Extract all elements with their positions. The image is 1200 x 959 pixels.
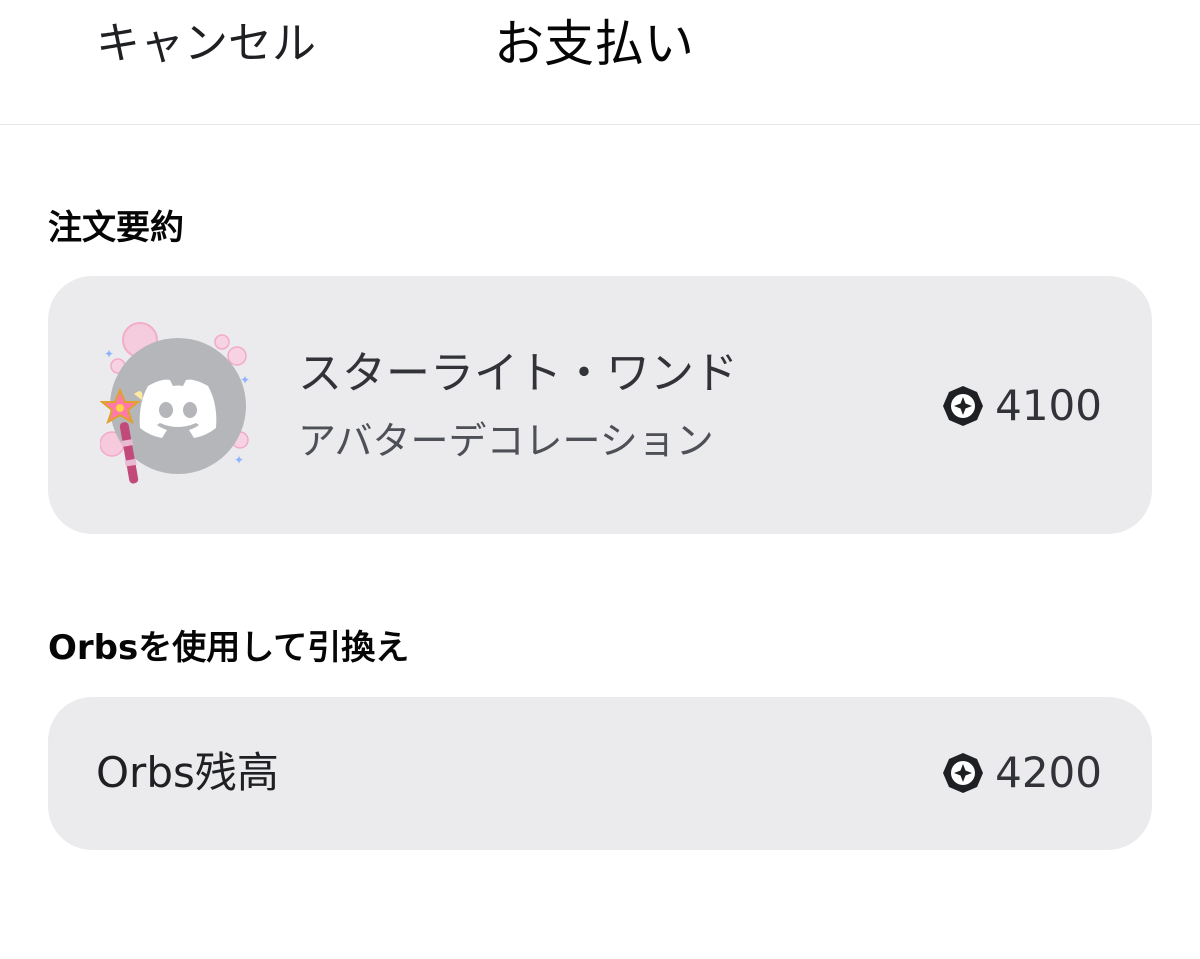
avatar: ✦ ✦ ✦ <box>99 322 250 484</box>
orbs-balance-value: 4200 <box>995 748 1102 797</box>
page-title: お支払い <box>494 15 694 73</box>
svg-text:✦: ✦ <box>104 347 114 361</box>
item-name: スターライト・ワンド <box>298 348 738 399</box>
header-bar: キャンセル お支払い <box>0 0 1200 125</box>
item-price: 4100 <box>941 378 1102 434</box>
orbs-balance: 4200 <box>941 745 1102 801</box>
redeem-heading: Orbsを使用して引換え <box>48 628 410 668</box>
cancel-button[interactable]: キャンセル <box>96 14 316 74</box>
orb-icon <box>943 753 984 793</box>
orbs-balance-card: Orbs残高 4200 <box>48 697 1152 850</box>
orbs-balance-label: Orbs残高 <box>96 748 279 797</box>
item-price-value: 4100 <box>995 381 1102 430</box>
order-item-card: ✦ ✦ ✦ スターライト・ワンド アバターデコレーション 4100 <box>48 276 1152 534</box>
orb-icon <box>943 386 984 426</box>
order-summary-heading: 注文要約 <box>48 208 184 248</box>
avatar-decoration-preview: ✦ ✦ ✦ <box>99 320 260 490</box>
svg-text:✦: ✦ <box>234 453 244 467</box>
item-type: アバターデコレーション <box>298 419 714 463</box>
